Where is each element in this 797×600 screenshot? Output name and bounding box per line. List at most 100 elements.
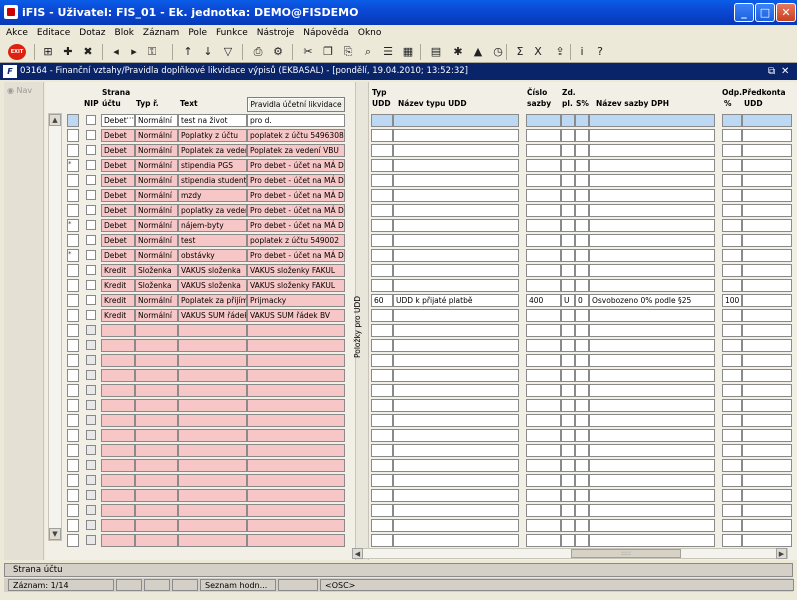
text-cell[interactable] — [178, 369, 247, 382]
info-icon[interactable]: i — [574, 44, 590, 60]
pravidla-cell[interactable]: Pro debet - účet na MÁ D — [247, 204, 345, 217]
print-icon[interactable]: ⎙ — [250, 44, 266, 60]
zd-cell[interactable] — [561, 399, 575, 412]
table-row[interactable] — [0, 369, 797, 384]
table-row[interactable] — [0, 504, 797, 519]
text-cell[interactable] — [178, 339, 247, 352]
odp-cell[interactable] — [722, 264, 742, 277]
predkonta-cell[interactable] — [742, 354, 792, 367]
s-cell[interactable] — [575, 354, 589, 367]
pravidla-button[interactable]: Pravidla účetní likvidace — [247, 97, 345, 112]
nazev-udd-cell[interactable] — [393, 264, 519, 277]
pravidla-cell[interactable] — [247, 399, 345, 412]
nip-checkbox[interactable] — [86, 325, 96, 335]
cislo-sazby-cell[interactable] — [526, 249, 561, 262]
s-cell[interactable] — [575, 384, 589, 397]
text-cell[interactable] — [178, 534, 247, 547]
text-cell[interactable]: Poplatky z účtu — [178, 129, 247, 142]
nazev-udd-cell[interactable] — [393, 519, 519, 532]
table-row[interactable]: Debet Normální Poplatky z účtu poplatek z ú… — [0, 129, 797, 144]
pravidla-cell[interactable]: pro d. — [247, 114, 345, 127]
typ-udd-cell[interactable] — [371, 144, 393, 157]
typ-cell[interactable] — [135, 519, 178, 532]
typ-cell[interactable]: Normální — [135, 174, 178, 187]
s-cell[interactable] — [575, 234, 589, 247]
pravidla-cell[interactable] — [247, 444, 345, 457]
s-cell[interactable] — [575, 414, 589, 427]
prev-record-icon[interactable]: ◂ — [108, 44, 124, 60]
s-cell[interactable] — [575, 504, 589, 517]
typ-cell[interactable]: Normální — [135, 144, 178, 157]
predkonta-cell[interactable] — [742, 459, 792, 472]
odp-cell[interactable] — [722, 249, 742, 262]
lock-icon[interactable]: ⚿ — [144, 44, 160, 60]
cislo-sazby-cell[interactable] — [526, 204, 561, 217]
menu-akce[interactable]: Akce — [0, 25, 31, 40]
odp-cell[interactable] — [722, 534, 742, 547]
row-indicator[interactable] — [67, 339, 79, 352]
menu-okno[interactable]: Okno — [352, 25, 385, 40]
nazev-sazby-cell[interactable] — [589, 339, 715, 352]
typ-udd-cell[interactable] — [371, 309, 393, 322]
predkonta-cell[interactable] — [742, 279, 792, 292]
menu-nastroje[interactable]: Nástroje — [251, 25, 298, 40]
typ-cell[interactable]: Normální — [135, 159, 178, 172]
text-cell[interactable]: poplatky za veder — [178, 204, 247, 217]
zd-cell[interactable] — [561, 534, 575, 547]
row-indicator[interactable] — [67, 114, 79, 127]
row-indicator[interactable] — [67, 384, 79, 397]
predkonta-cell[interactable] — [742, 204, 792, 217]
s-cell[interactable] — [575, 309, 589, 322]
nip-checkbox[interactable] — [86, 355, 96, 365]
zd-cell[interactable] — [561, 354, 575, 367]
pravidla-cell[interactable] — [247, 324, 345, 337]
cislo-sazby-cell[interactable] — [526, 519, 561, 532]
odp-cell[interactable] — [722, 324, 742, 337]
right-horizontal-scrollbar[interactable]: ◀ ::::: ▶ — [352, 548, 788, 559]
row-indicator[interactable] — [67, 444, 79, 457]
pravidla-cell[interactable]: Pro debet - účet na MÁ D — [247, 249, 345, 262]
zd-cell[interactable] — [561, 129, 575, 142]
text-cell[interactable]: mzdy — [178, 189, 247, 202]
nazev-udd-cell[interactable] — [393, 459, 519, 472]
table-row[interactable] — [0, 489, 797, 504]
odp-cell[interactable] — [722, 399, 742, 412]
strana-cell[interactable]: Kredit — [101, 294, 135, 307]
table-row[interactable] — [0, 324, 797, 339]
s-cell[interactable] — [575, 459, 589, 472]
text-cell[interactable] — [178, 489, 247, 502]
nip-checkbox[interactable] — [86, 130, 96, 140]
cislo-sazby-cell[interactable] — [526, 174, 561, 187]
nip-checkbox[interactable] — [86, 505, 96, 515]
odp-cell[interactable] — [722, 429, 742, 442]
odp-cell[interactable] — [722, 174, 742, 187]
text-cell[interactable]: nájem-byty — [178, 219, 247, 232]
typ-udd-cell[interactable] — [371, 324, 393, 337]
cislo-sazby-cell[interactable] — [526, 264, 561, 277]
table-row[interactable]: Kredit Normální VAKUS SUM řádek VAKUS SUM ř… — [0, 309, 797, 324]
typ-cell[interactable] — [135, 369, 178, 382]
typ-udd-cell[interactable] — [371, 474, 393, 487]
odp-cell[interactable] — [722, 504, 742, 517]
list-icon[interactable]: ☰ — [380, 44, 396, 60]
typ-cell[interactable] — [135, 504, 178, 517]
row-indicator[interactable] — [67, 294, 79, 307]
typ-cell[interactable]: Normální — [135, 129, 178, 142]
nip-checkbox[interactable] — [86, 370, 96, 380]
pravidla-cell[interactable]: Pro debet - účet na MÁ D — [247, 174, 345, 187]
nip-checkbox[interactable] — [86, 310, 96, 320]
predkonta-cell[interactable] — [742, 324, 792, 337]
cislo-sazby-cell[interactable] — [526, 159, 561, 172]
table-row[interactable]: * Debet Normální stipendia PGS Pro debet - ú… — [0, 159, 797, 174]
typ-udd-cell[interactable] — [371, 534, 393, 547]
strana-cell[interactable] — [101, 429, 135, 442]
nazev-sazby-cell[interactable] — [589, 384, 715, 397]
nip-checkbox[interactable] — [86, 280, 96, 290]
nazev-udd-cell[interactable] — [393, 339, 519, 352]
s-cell[interactable] — [575, 444, 589, 457]
pravidla-cell[interactable] — [247, 534, 345, 547]
row-indicator[interactable] — [67, 414, 79, 427]
pravidla-cell[interactable]: poplatek z účtu 54963080 — [247, 129, 345, 142]
s-cell[interactable] — [575, 264, 589, 277]
nazev-sazby-cell[interactable] — [589, 324, 715, 337]
